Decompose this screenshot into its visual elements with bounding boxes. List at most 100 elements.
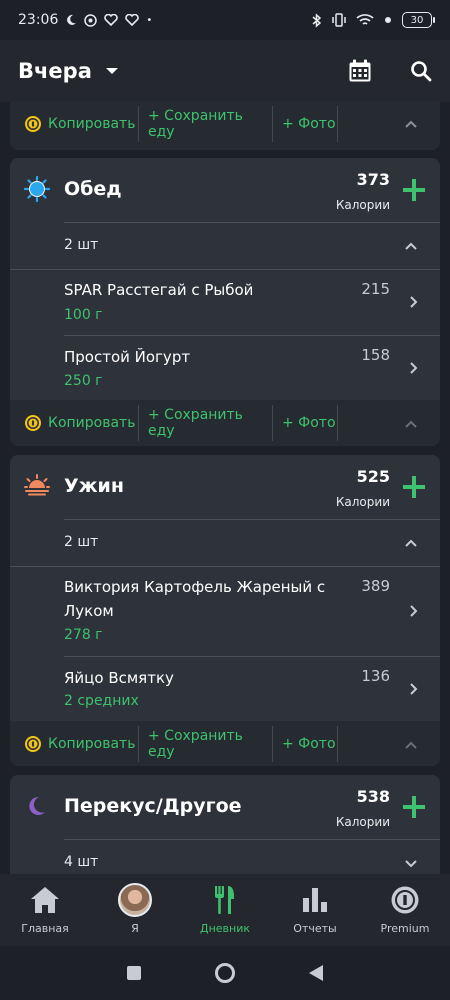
chevron-up-icon[interactable] (404, 536, 418, 550)
add-food-button[interactable] (402, 475, 426, 499)
wifi-icon (356, 14, 374, 25)
item-count-row[interactable]: 4 шт (10, 840, 440, 874)
copy-label: Копировать (48, 736, 136, 752)
app-notification-icon (84, 13, 98, 27)
nav-premium[interactable]: Premium (360, 874, 450, 946)
add-photo-button[interactable]: + Фото (273, 415, 337, 431)
avatar (118, 883, 152, 917)
chevron-up-icon[interactable] (404, 239, 418, 253)
add-food-button[interactable] (402, 178, 426, 202)
battery-icon: 30 (402, 12, 435, 28)
food-amount: 100 г (64, 307, 103, 323)
food-calories: 215 (361, 280, 390, 298)
item-count: 4 шт (64, 854, 99, 870)
food-item[interactable]: SPAR Расстегай с Рыбой 100 г 215 (10, 270, 440, 335)
food-item[interactable]: Яйцо Всмятку 2 средних 136 (10, 657, 440, 721)
save-food-button[interactable]: + Сохранить еду (139, 728, 272, 760)
copy-label: Копировать (48, 116, 136, 132)
food-name: SPAR Расстегай с Рыбой (64, 281, 254, 299)
system-navigation-bar (0, 946, 450, 1000)
chevron-right-icon (410, 362, 418, 374)
premium-lock-icon (25, 415, 41, 431)
diary-list[interactable]: Копировать + Сохранить еду + Фото Обед 3… (0, 102, 450, 874)
food-item[interactable]: Виктория Картофель Жареный с Луком 278 г… (10, 567, 440, 656)
meal-action-bar: Копировать + Сохранить еду + Фото (10, 721, 440, 766)
nav-profile[interactable]: Я (90, 874, 180, 946)
divider (337, 106, 338, 142)
premium-lock-icon (25, 116, 41, 132)
chevron-up-icon[interactable] (404, 417, 418, 431)
add-photo-button[interactable]: + Фото (273, 116, 337, 132)
chevron-up-icon[interactable] (404, 117, 418, 131)
food-amount: 250 г (64, 373, 103, 389)
sun-icon (24, 176, 50, 202)
meal-header[interactable]: Перекус/Другое 538 Калории (10, 775, 440, 839)
food-name: Яйцо Всмятку (64, 669, 174, 687)
premium-lock-icon (25, 736, 41, 752)
meal-card-lunch: Обед 373 Калории 2 шт SPAR Расстегай с Р… (10, 158, 440, 446)
meal-name: Перекус/Другое (64, 795, 242, 817)
copy-button[interactable]: Копировать (10, 414, 138, 432)
copy-button[interactable]: Копировать (10, 735, 138, 753)
date-selector[interactable]: Вчера (18, 59, 118, 83)
meal-action-bar: Копировать + Сохранить еду + Фото (10, 400, 440, 446)
item-count: 2 шт (64, 534, 99, 550)
food-amount: 278 г (64, 627, 103, 643)
nav-label: Я (131, 922, 139, 935)
app-bar: Вчера (0, 40, 450, 102)
meal-name: Ужин (64, 475, 124, 497)
chevron-right-icon (410, 683, 418, 695)
copy-label: Копировать (48, 415, 136, 431)
hotspot-icon (385, 17, 391, 23)
item-count-row[interactable]: 2 шт (10, 520, 440, 566)
calendar-icon[interactable] (348, 59, 372, 83)
divider (337, 405, 338, 441)
add-photo-button[interactable]: + Фото (273, 736, 337, 752)
status-bar: 23:06 • 30 (0, 0, 450, 40)
meal-calories-label: Калории (335, 815, 390, 829)
heart-icon (104, 14, 119, 26)
diary-icon (215, 886, 234, 914)
bottom-navigation: Главная Я Дневник Отчеты Premium (0, 874, 450, 946)
meal-name: Обед (64, 178, 122, 200)
date-title: Вчера (18, 59, 92, 83)
food-name: Виктория Картофель Жареный с Луком (64, 578, 326, 620)
search-icon[interactable] (410, 60, 432, 82)
add-food-button[interactable] (402, 795, 426, 819)
copy-button[interactable]: Копировать (10, 115, 138, 133)
chevron-up-icon[interactable] (404, 738, 418, 752)
vibrate-icon (332, 13, 346, 27)
status-time: 23:06 (18, 12, 59, 28)
meal-calories: 373 (356, 170, 390, 189)
food-calories: 136 (361, 667, 390, 685)
nav-reports[interactable]: Отчеты (270, 874, 360, 946)
meal-header[interactable]: Ужин 525 Калории (10, 455, 440, 519)
save-food-button[interactable]: + Сохранить еду (139, 407, 272, 439)
home-icon (31, 887, 59, 913)
nav-diary[interactable]: Дневник (180, 874, 270, 946)
food-calories: 158 (361, 346, 390, 364)
moon-icon (29, 796, 45, 815)
recent-apps-icon[interactable] (126, 965, 142, 981)
nav-label: Дневник (199, 922, 251, 935)
chevron-down-icon[interactable] (404, 856, 418, 870)
sunset-icon (24, 474, 50, 496)
meal-card-snack: Перекус/Другое 538 Калории 4 шт (10, 775, 440, 874)
food-item[interactable]: Простой Йогурт 250 г 158 (10, 336, 440, 400)
back-icon[interactable] (308, 964, 324, 982)
meal-header[interactable]: Обед 373 Калории (10, 158, 440, 222)
save-food-button[interactable]: + Сохранить еду (139, 108, 272, 140)
nav-label: Отчеты (293, 922, 337, 935)
home-button-icon[interactable] (214, 962, 236, 984)
heart-icon (125, 14, 140, 26)
meal-card-previous: Копировать + Сохранить еду + Фото (10, 102, 440, 150)
item-count-row[interactable]: 2 шт (10, 223, 440, 269)
meal-action-bar: Копировать + Сохранить еду + Фото (10, 102, 440, 150)
premium-icon (391, 886, 419, 914)
food-name: Простой Йогурт (64, 348, 191, 366)
dot-icon: • (146, 14, 153, 26)
bluetooth-icon (312, 12, 322, 28)
nav-home[interactable]: Главная (0, 874, 90, 946)
chevron-right-icon (410, 296, 418, 308)
nav-label: Главная (21, 922, 69, 935)
